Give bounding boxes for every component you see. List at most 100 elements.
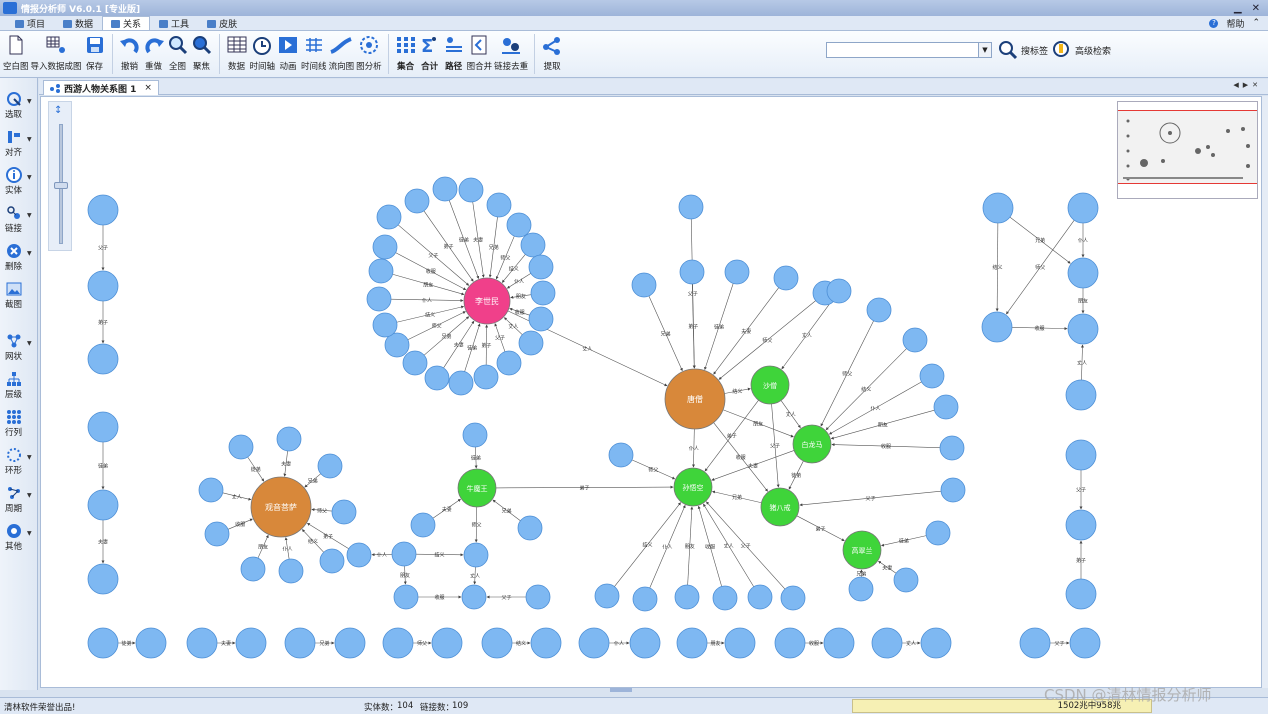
entity-node[interactable]	[496, 350, 522, 376]
entity-node[interactable]	[982, 192, 1014, 224]
close-icon[interactable]: ✕	[1252, 3, 1260, 14]
entity-node[interactable]	[1065, 439, 1097, 471]
entity-node[interactable]	[676, 627, 708, 659]
entity-node[interactable]	[530, 280, 556, 306]
entity-node[interactable]	[410, 512, 436, 538]
entity-node[interactable]	[506, 212, 532, 238]
entity-node[interactable]	[773, 265, 799, 291]
entity-node[interactable]	[228, 434, 254, 460]
entity-node[interactable]	[939, 435, 965, 461]
entity-node[interactable]	[517, 515, 543, 541]
entity-node[interactable]	[87, 563, 119, 595]
entity-node[interactable]	[240, 556, 266, 582]
chevron-down-icon[interactable]: ▼	[978, 43, 991, 57]
entity-node[interactable]	[334, 627, 366, 659]
help-button[interactable]: 帮助	[1226, 17, 1244, 30]
entity-node[interactable]	[87, 343, 119, 375]
full-view-button[interactable]: 全图	[167, 31, 189, 75]
entity-node[interactable]	[780, 585, 806, 611]
entity-node[interactable]	[594, 583, 620, 609]
flow-chart-button[interactable]: 流向图	[329, 31, 354, 75]
entity-node[interactable]	[1067, 192, 1099, 224]
tab-relations[interactable]: 关系	[102, 16, 151, 30]
entity-node[interactable]	[204, 521, 230, 547]
tool-other[interactable]: 其他 ▼	[0, 522, 38, 552]
tool-entity[interactable]: 实体 ▼	[0, 166, 38, 196]
entity-node[interactable]	[372, 312, 398, 338]
entity-node[interactable]	[518, 330, 544, 356]
entity-node[interactable]	[391, 541, 417, 567]
entity-node[interactable]	[1065, 578, 1097, 610]
minimize-icon[interactable]: ▁	[1234, 3, 1242, 14]
entity-node[interactable]	[528, 306, 554, 332]
entity-node[interactable]	[747, 584, 773, 610]
entity-node[interactable]	[520, 232, 546, 258]
animation-button[interactable]: 动画	[277, 31, 299, 75]
horizontal-scroll-thumb[interactable]	[610, 688, 632, 692]
entity-node[interactable]	[463, 542, 489, 568]
entity-node[interactable]	[1065, 509, 1097, 541]
sum-button[interactable]: Σ 合计	[419, 31, 441, 75]
collapse-ribbon-icon[interactable]: ⌃	[1252, 18, 1260, 28]
entity-node[interactable]	[679, 259, 705, 285]
entity-node[interactable]	[87, 270, 119, 302]
tool-link[interactable]: 链接 ▼	[0, 204, 38, 234]
entity-node[interactable]	[826, 278, 852, 304]
data-view-button[interactable]: 数据	[226, 31, 248, 75]
timeline-button[interactable]: 时间线	[301, 31, 327, 75]
entity-node[interactable]	[1019, 627, 1051, 659]
entity-node[interactable]	[712, 585, 738, 611]
entity-node[interactable]	[933, 394, 959, 420]
save-button[interactable]: 保存	[84, 31, 106, 75]
entity-node[interactable]	[629, 627, 661, 659]
entity-node[interactable]	[432, 176, 458, 202]
entity-node[interactable]	[276, 426, 302, 452]
entity-node[interactable]	[674, 584, 700, 610]
entity-node[interactable]	[424, 365, 450, 391]
blank-graph-button[interactable]: 空白图	[3, 31, 29, 75]
viewport-frame[interactable]	[1118, 110, 1257, 184]
entity-node[interactable]	[925, 520, 951, 546]
collection-button[interactable]: 集合	[395, 31, 417, 75]
entity-node[interactable]	[402, 350, 428, 376]
entity-node[interactable]	[848, 576, 874, 602]
tab-tools[interactable]: 工具	[150, 16, 198, 30]
entity-node[interactable]	[458, 177, 484, 203]
entity-node[interactable]	[481, 627, 513, 659]
entity-node[interactable]	[317, 453, 343, 479]
entity-node[interactable]	[1069, 627, 1101, 659]
entity-node[interactable]	[724, 259, 750, 285]
entity-node[interactable]	[404, 188, 430, 214]
focus-button[interactable]: 聚焦	[191, 31, 213, 75]
advanced-search-button[interactable]: 高级检索	[1052, 40, 1111, 60]
entity-node[interactable]	[87, 411, 119, 443]
entity-node[interactable]	[823, 627, 855, 659]
entity-node[interactable]	[678, 194, 704, 220]
entity-node[interactable]	[186, 627, 218, 659]
import-data-button[interactable]: 导入数据成图	[31, 31, 82, 75]
search-input[interactable]: ▼	[826, 42, 992, 58]
relationship-graph[interactable]: 父子弟子徒弟 夫妻兄弟师父结义仆人朋友收服丈人父子弟子徒弟夫妻兄弟师父结义仆人朋友…	[41, 97, 1262, 688]
entity-node[interactable]	[893, 567, 919, 593]
timeline-axis-button[interactable]: 时间轴	[250, 31, 275, 75]
entity-node[interactable]	[578, 627, 610, 659]
entity-node[interactable]	[632, 586, 658, 612]
entity-node[interactable]	[319, 548, 345, 574]
entity-node[interactable]	[368, 258, 394, 284]
entity-node[interactable]	[461, 584, 487, 610]
entity-node[interactable]	[382, 627, 414, 659]
entity-node[interactable]	[448, 370, 474, 396]
entity-node[interactable]	[87, 627, 119, 659]
tool-hierarchy-layout[interactable]: 层级	[0, 370, 38, 400]
graph-merge-button[interactable]: 图合并	[467, 31, 492, 75]
graph-analysis-button[interactable]: 图分析	[356, 31, 382, 75]
entity-node[interactable]	[1067, 313, 1099, 345]
entity-node[interactable]	[724, 627, 756, 659]
entity-node[interactable]	[919, 363, 945, 389]
entity-node[interactable]	[774, 627, 806, 659]
entity-node[interactable]	[981, 311, 1013, 343]
document-tab[interactable]: 西游人物关系图 1 ×	[43, 80, 159, 95]
entity-node[interactable]	[920, 627, 952, 659]
tab-nav-arrows[interactable]: ◀▶✕	[1233, 81, 1262, 89]
tool-cycle-layout[interactable]: 周期 ▼	[0, 484, 38, 514]
